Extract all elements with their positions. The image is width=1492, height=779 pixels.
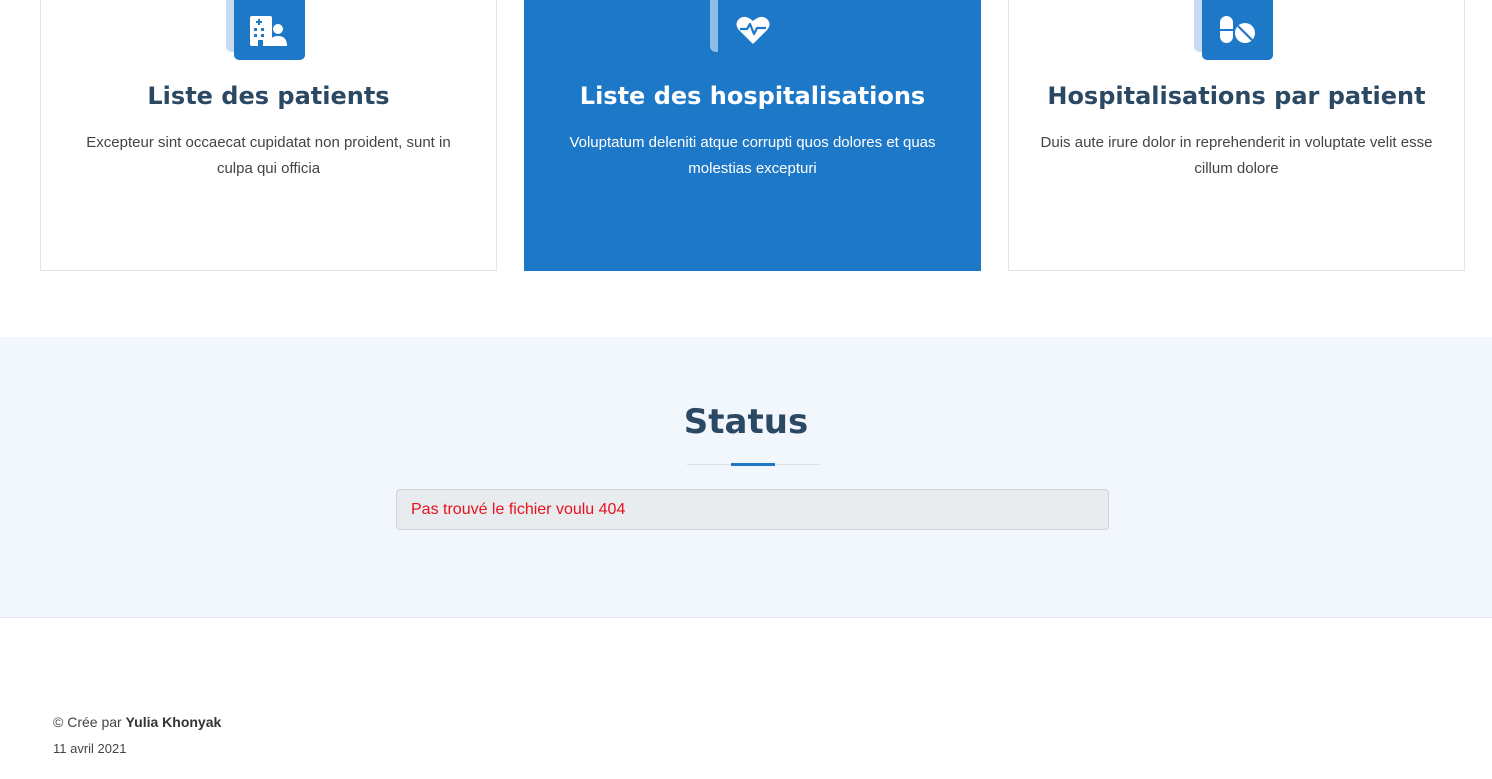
service-card-title: Liste des patients	[147, 82, 390, 110]
service-card-description: Excepteur sint occaecat cupidatat non pr…	[86, 134, 451, 177]
footer-date: 11 avril 2021	[53, 741, 127, 756]
service-card-patients[interactable]: Liste des patients Excepteur sint occaec…	[40, 0, 497, 271]
pills-icon	[1220, 16, 1255, 43]
heartbeat-icon	[736, 16, 770, 44]
icon-badge	[1193, 0, 1274, 60]
service-card-hospitalisations-par-patient[interactable]: Hospitalisations par patient Duis aute i…	[1008, 0, 1465, 271]
status-message-field: Pas trouvé le fichier voulu 404	[396, 489, 1109, 530]
service-card-title: Liste des hospitalisations	[579, 82, 926, 110]
services-section: Liste des patients Excepteur sint occaec…	[0, 0, 1492, 337]
author-name: Yulia Khonyak	[125, 714, 222, 730]
copyright: © Crée par Yulia Khonyak	[53, 714, 221, 730]
icon-badge	[225, 0, 306, 60]
status-title: Status	[683, 402, 809, 442]
copyright-prefix: © Crée par	[53, 714, 126, 730]
service-card-description: Duis aute irure dolor in reprehenderit i…	[1040, 134, 1433, 177]
service-card-title: Hospitalisations par patient	[1047, 82, 1426, 110]
footer: © Crée par Yulia Khonyak 11 avril 2021	[0, 618, 1492, 779]
title-divider-accent	[731, 463, 775, 466]
icon-badge	[709, 0, 790, 60]
status-section: Status Pas trouvé le fichier voulu 404	[0, 337, 1492, 618]
service-card-hospitalisations[interactable]: Liste des hospitalisations Voluptatum de…	[524, 0, 981, 271]
service-card-description: Voluptatum deleniti atque corrupti quos …	[569, 134, 936, 177]
hospital-user-icon	[250, 16, 287, 46]
